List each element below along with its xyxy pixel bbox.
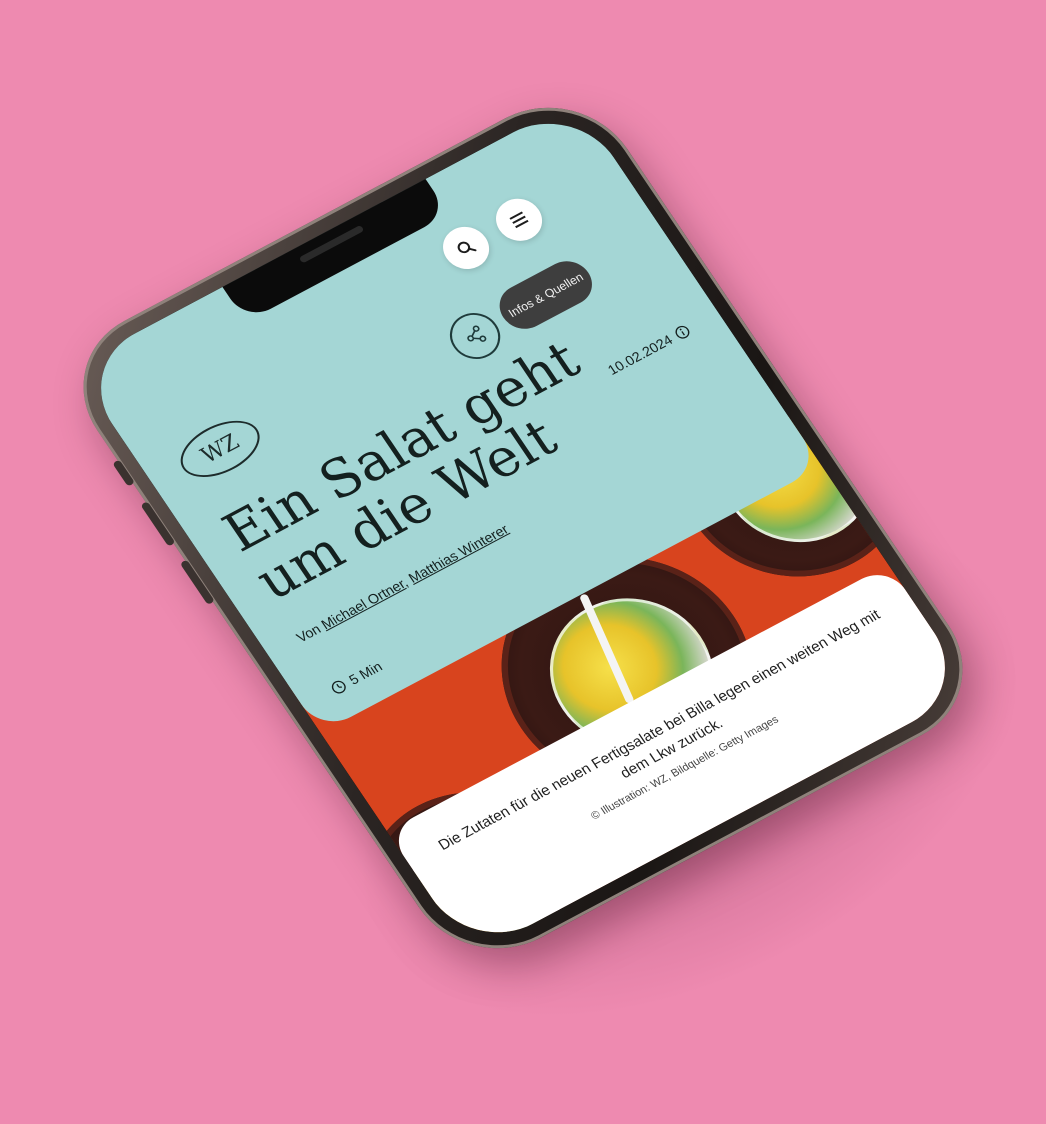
byline-prefix: Von: [293, 620, 324, 646]
search-button[interactable]: [434, 219, 498, 277]
publish-date: 10.02.2024: [605, 322, 694, 378]
reading-time-text: 5 Min: [345, 658, 386, 688]
hamburger-menu-icon: [509, 211, 529, 229]
publish-date-text: 10.02.2024: [604, 331, 676, 378]
reading-time: 5 Min: [328, 658, 385, 697]
wz-logo[interactable]: WZ: [169, 409, 271, 489]
search-icon: [457, 241, 477, 254]
menu-button[interactable]: [487, 191, 551, 249]
info-icon[interactable]: [672, 323, 692, 341]
clock-icon: [331, 680, 346, 694]
share-icon: [467, 325, 487, 342]
